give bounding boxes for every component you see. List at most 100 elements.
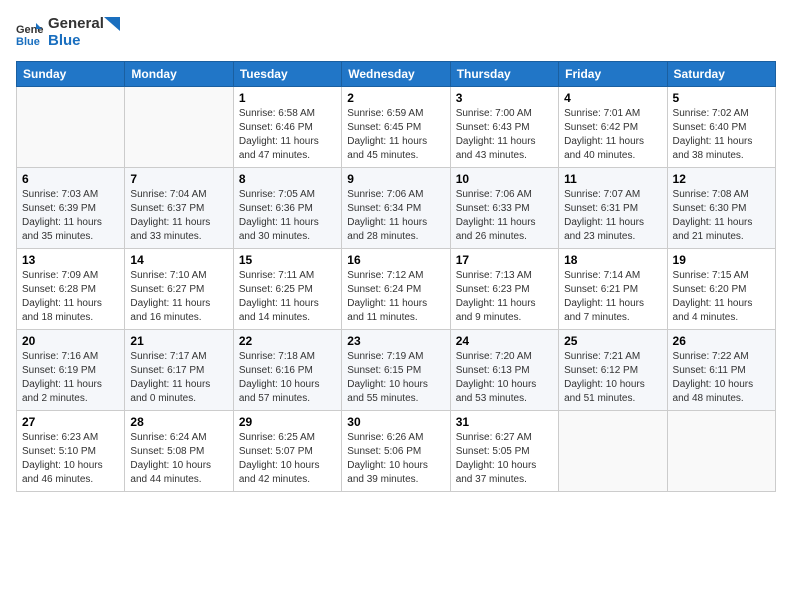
calendar-table: SundayMondayTuesdayWednesdayThursdayFrid… [16, 61, 776, 492]
day-info: Sunrise: 6:25 AM Sunset: 5:07 PM Dayligh… [239, 431, 336, 487]
day-info: Sunrise: 7:14 AM Sunset: 6:21 PM Dayligh… [564, 269, 661, 325]
day-info: Sunrise: 7:16 AM Sunset: 6:19 PM Dayligh… [22, 350, 119, 406]
day-info: Sunrise: 6:24 AM Sunset: 5:08 PM Dayligh… [130, 431, 227, 487]
day-number: 31 [456, 415, 553, 429]
calendar-cell [17, 87, 125, 168]
day-info: Sunrise: 7:06 AM Sunset: 6:33 PM Dayligh… [456, 188, 553, 244]
day-number: 1 [239, 91, 336, 105]
day-info: Sunrise: 6:58 AM Sunset: 6:46 PM Dayligh… [239, 107, 336, 163]
day-info: Sunrise: 7:09 AM Sunset: 6:28 PM Dayligh… [22, 269, 119, 325]
calendar-week-row: 27 Sunrise: 6:23 AM Sunset: 5:10 PM Dayl… [17, 411, 776, 492]
day-number: 28 [130, 415, 227, 429]
day-number: 10 [456, 172, 553, 186]
day-number: 3 [456, 91, 553, 105]
day-info: Sunrise: 6:59 AM Sunset: 6:45 PM Dayligh… [347, 107, 444, 163]
logo-arrow-icon [104, 17, 120, 31]
day-info: Sunrise: 7:01 AM Sunset: 6:42 PM Dayligh… [564, 107, 661, 163]
day-info: Sunrise: 7:21 AM Sunset: 6:12 PM Dayligh… [564, 350, 661, 406]
day-info: Sunrise: 7:19 AM Sunset: 6:15 PM Dayligh… [347, 350, 444, 406]
svg-text:Blue: Blue [16, 36, 40, 47]
day-number: 9 [347, 172, 444, 186]
day-info: Sunrise: 7:03 AM Sunset: 6:39 PM Dayligh… [22, 188, 119, 244]
day-info: Sunrise: 6:23 AM Sunset: 5:10 PM Dayligh… [22, 431, 119, 487]
calendar-cell [667, 411, 775, 492]
calendar-cell: 21 Sunrise: 7:17 AM Sunset: 6:17 PM Dayl… [125, 330, 233, 411]
day-info: Sunrise: 7:05 AM Sunset: 6:36 PM Dayligh… [239, 188, 336, 244]
day-info: Sunrise: 7:08 AM Sunset: 6:30 PM Dayligh… [673, 188, 770, 244]
day-number: 19 [673, 253, 770, 267]
calendar-cell: 14 Sunrise: 7:10 AM Sunset: 6:27 PM Dayl… [125, 249, 233, 330]
day-info: Sunrise: 6:26 AM Sunset: 5:06 PM Dayligh… [347, 431, 444, 487]
calendar-cell: 20 Sunrise: 7:16 AM Sunset: 6:19 PM Dayl… [17, 330, 125, 411]
day-number: 26 [673, 334, 770, 348]
weekday-header-monday: Monday [125, 62, 233, 87]
day-info: Sunrise: 7:02 AM Sunset: 6:40 PM Dayligh… [673, 107, 770, 163]
day-number: 7 [130, 172, 227, 186]
calendar-cell: 31 Sunrise: 6:27 AM Sunset: 5:05 PM Dayl… [450, 411, 558, 492]
day-number: 25 [564, 334, 661, 348]
day-number: 16 [347, 253, 444, 267]
calendar-cell: 8 Sunrise: 7:05 AM Sunset: 6:36 PM Dayli… [233, 168, 341, 249]
page-header: General Blue General Blue [16, 16, 776, 49]
day-number: 23 [347, 334, 444, 348]
day-number: 5 [673, 91, 770, 105]
day-info: Sunrise: 7:12 AM Sunset: 6:24 PM Dayligh… [347, 269, 444, 325]
day-info: Sunrise: 7:00 AM Sunset: 6:43 PM Dayligh… [456, 107, 553, 163]
day-number: 6 [22, 172, 119, 186]
day-number: 15 [239, 253, 336, 267]
calendar-cell: 27 Sunrise: 6:23 AM Sunset: 5:10 PM Dayl… [17, 411, 125, 492]
day-number: 27 [22, 415, 119, 429]
day-number: 24 [456, 334, 553, 348]
calendar-week-row: 1 Sunrise: 6:58 AM Sunset: 6:46 PM Dayli… [17, 87, 776, 168]
day-number: 20 [22, 334, 119, 348]
day-info: Sunrise: 7:18 AM Sunset: 6:16 PM Dayligh… [239, 350, 336, 406]
weekday-header-friday: Friday [559, 62, 667, 87]
calendar-cell: 5 Sunrise: 7:02 AM Sunset: 6:40 PM Dayli… [667, 87, 775, 168]
calendar-cell: 28 Sunrise: 6:24 AM Sunset: 5:08 PM Dayl… [125, 411, 233, 492]
calendar-cell: 26 Sunrise: 7:22 AM Sunset: 6:11 PM Dayl… [667, 330, 775, 411]
logo: General Blue General Blue [16, 16, 120, 49]
day-number: 13 [22, 253, 119, 267]
day-info: Sunrise: 7:13 AM Sunset: 6:23 PM Dayligh… [456, 269, 553, 325]
day-info: Sunrise: 7:10 AM Sunset: 6:27 PM Dayligh… [130, 269, 227, 325]
calendar-cell: 24 Sunrise: 7:20 AM Sunset: 6:13 PM Dayl… [450, 330, 558, 411]
calendar-cell: 9 Sunrise: 7:06 AM Sunset: 6:34 PM Dayli… [342, 168, 450, 249]
day-number: 21 [130, 334, 227, 348]
calendar-cell: 23 Sunrise: 7:19 AM Sunset: 6:15 PM Dayl… [342, 330, 450, 411]
day-number: 11 [564, 172, 661, 186]
logo-icon: General Blue [16, 19, 44, 47]
calendar-cell: 7 Sunrise: 7:04 AM Sunset: 6:37 PM Dayli… [125, 168, 233, 249]
calendar-cell: 16 Sunrise: 7:12 AM Sunset: 6:24 PM Dayl… [342, 249, 450, 330]
calendar-cell: 10 Sunrise: 7:06 AM Sunset: 6:33 PM Dayl… [450, 168, 558, 249]
day-number: 22 [239, 334, 336, 348]
calendar-cell: 1 Sunrise: 6:58 AM Sunset: 6:46 PM Dayli… [233, 87, 341, 168]
calendar-cell: 29 Sunrise: 6:25 AM Sunset: 5:07 PM Dayl… [233, 411, 341, 492]
day-info: Sunrise: 7:20 AM Sunset: 6:13 PM Dayligh… [456, 350, 553, 406]
day-info: Sunrise: 7:22 AM Sunset: 6:11 PM Dayligh… [673, 350, 770, 406]
weekday-header-thursday: Thursday [450, 62, 558, 87]
day-info: Sunrise: 6:27 AM Sunset: 5:05 PM Dayligh… [456, 431, 553, 487]
calendar-cell: 30 Sunrise: 6:26 AM Sunset: 5:06 PM Dayl… [342, 411, 450, 492]
logo-blue: Blue [48, 33, 120, 50]
calendar-cell: 6 Sunrise: 7:03 AM Sunset: 6:39 PM Dayli… [17, 168, 125, 249]
calendar-cell: 22 Sunrise: 7:18 AM Sunset: 6:16 PM Dayl… [233, 330, 341, 411]
calendar-cell: 13 Sunrise: 7:09 AM Sunset: 6:28 PM Dayl… [17, 249, 125, 330]
calendar-week-row: 13 Sunrise: 7:09 AM Sunset: 6:28 PM Dayl… [17, 249, 776, 330]
day-info: Sunrise: 7:07 AM Sunset: 6:31 PM Dayligh… [564, 188, 661, 244]
calendar-cell: 3 Sunrise: 7:00 AM Sunset: 6:43 PM Dayli… [450, 87, 558, 168]
day-number: 4 [564, 91, 661, 105]
calendar-cell: 4 Sunrise: 7:01 AM Sunset: 6:42 PM Dayli… [559, 87, 667, 168]
day-info: Sunrise: 7:11 AM Sunset: 6:25 PM Dayligh… [239, 269, 336, 325]
day-number: 30 [347, 415, 444, 429]
calendar-header-row: SundayMondayTuesdayWednesdayThursdayFrid… [17, 62, 776, 87]
calendar-cell: 25 Sunrise: 7:21 AM Sunset: 6:12 PM Dayl… [559, 330, 667, 411]
day-number: 2 [347, 91, 444, 105]
calendar-cell [125, 87, 233, 168]
weekday-header-tuesday: Tuesday [233, 62, 341, 87]
weekday-header-wednesday: Wednesday [342, 62, 450, 87]
day-info: Sunrise: 7:04 AM Sunset: 6:37 PM Dayligh… [130, 188, 227, 244]
calendar-cell: 19 Sunrise: 7:15 AM Sunset: 6:20 PM Dayl… [667, 249, 775, 330]
svg-text:General: General [16, 24, 44, 36]
day-number: 18 [564, 253, 661, 267]
calendar-week-row: 6 Sunrise: 7:03 AM Sunset: 6:39 PM Dayli… [17, 168, 776, 249]
